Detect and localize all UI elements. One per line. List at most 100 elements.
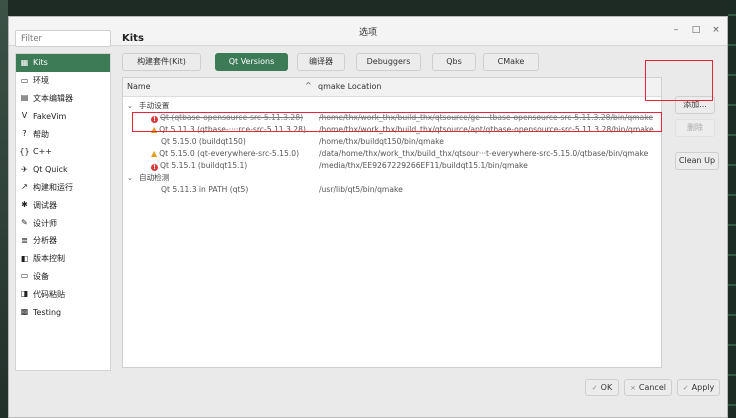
sidebar-item-label: C++ [33,147,52,157]
qtquick-icon: ✈ [21,164,28,174]
tree-group-label: 自动检测 [139,173,170,182]
text-editor-icon: ▤ [20,93,29,103]
sidebar-item-label: 文本编辑器 [33,93,73,103]
tree-group[interactable]: ⌄ 手动设置 [123,100,661,112]
apply-label: Apply [691,383,715,392]
tab-1[interactable]: Qt Versions [215,53,288,71]
qt-version-name: Qt 5.11.3 in PATH (qt5) [161,184,248,196]
qt-version-name-text: Qt 5.15.0 (qt-everywhere-src-5.15.0) [159,149,300,158]
warning-icon: ▲ [151,149,158,158]
tree-group[interactable]: ⌄ 自动检测 [123,172,661,184]
check-icon: ✓ [591,384,598,392]
sidebar-item-debugger[interactable]: ✱ 调试器 [16,196,110,214]
sidebar-item-designer[interactable]: ✎ 设计师 [16,214,110,232]
sidebar-item-text-editor[interactable]: ▤ 文本编辑器 [16,90,110,108]
sort-indicator-icon: ^ [305,81,312,90]
qmake-location: /home/thx/buildqt150/bin/qmake [319,137,444,146]
apply-button[interactable]: ✓ Apply [677,379,720,396]
sidebar-item-devices[interactable]: ▭ 设备 [16,268,110,286]
chevron-down-icon[interactable]: ⌄ [127,100,133,112]
qt-version-name-text: Qt 5.11.3 in PATH (qt5) [161,185,249,194]
cpp-icon: {} [19,146,30,156]
desktop-background-left [0,0,8,418]
highlight-box-row [132,112,662,132]
sidebar-item-fakevim[interactable]: V FakeVim [16,107,110,125]
category-sidebar: ▦ Kits ▭ 环境 ▤ 文本编辑器 V FakeVim? 帮助{} C++ ✈ Qt Quick ↗… [15,53,111,371]
sidebar-item-kits[interactable]: ▦ Kits [16,54,110,72]
sidebar-item-label: 设备 [33,271,49,281]
sidebar-item-label: 设计师 [33,218,57,228]
table-row[interactable]: Qt 5.15.0 (buildqt150) /home/thx/buildqt1… [123,136,661,148]
cancel-x-icon: × [630,384,636,392]
window-title: 选项 [358,28,377,38]
check-icon: ✓ [682,384,689,392]
sidebar-item-monitor[interactable]: ▭ 环境 [16,72,110,90]
fakevim-icon: V [21,111,28,121]
sidebar-item-label: 代码粘贴 [33,289,65,299]
qt-version-name: ▲ Qt 5.15.0 (qt-everywhere-src-5.15.0) [151,148,299,160]
tab-5[interactable]: CMake [483,53,539,71]
monitor-icon: ▭ [20,75,29,85]
build-run-icon: ↗ [21,182,28,192]
sidebar-item-label: Qt Quick [33,165,68,175]
cancel-label: Cancel [638,383,666,392]
remove-button[interactable]: 删除 [675,119,715,137]
clean-up-button[interactable]: Clean Up [675,152,719,170]
qmake-location: /data/home/thx/work_thx/build_thx/qtsour… [319,149,649,158]
sidebar-item-label: 构建和运行 [33,182,73,192]
close-button[interactable]: × [710,24,722,36]
column-header-qmake-location[interactable]: qmake Location [318,82,381,91]
title-bar: 选项 – □ × [9,17,727,46]
analyzer-icon: ≣ [21,235,28,245]
table-header: Name ^ qmake Location [123,78,661,97]
devices-icon: ▭ [20,271,29,281]
sidebar-item-label: 分析器 [33,236,57,246]
table-row[interactable]: ! Qt 5.15.1 (buildqt15.1) /media/thx/EE926… [123,160,661,172]
maximize-button[interactable]: □ [690,24,702,36]
sidebar-item-version-control[interactable]: ◧ 版本控制 [16,250,110,268]
version-control-icon: ◧ [20,253,29,263]
kits-icon: ▦ [20,57,29,67]
sidebar-item-label: 环境 [33,76,49,86]
highlight-box-add [645,60,713,101]
qmake-location: /usr/lib/qt5/bin/qmake [319,185,403,194]
code-paste-icon: ◨ [20,289,29,299]
sidebar-item-label: Kits [33,58,48,68]
column-header-name[interactable]: Name [127,82,151,91]
tab-4[interactable]: Qbs [432,53,476,71]
tab-3[interactable]: Debuggers [356,53,421,71]
filter-input[interactable] [15,30,111,47]
sidebar-item-cpp[interactable]: {} C++ [16,143,110,161]
qt-version-name: Qt 5.15.0 (buildqt150) [161,136,246,148]
sidebar-item-label: 帮助 [33,129,49,139]
debugger-icon: ✱ [21,200,28,210]
qt-version-name-text: Qt 5.15.0 (buildqt150) [161,137,246,146]
cancel-button[interactable]: × Cancel [624,379,672,396]
sidebar-item-label: 调试器 [33,200,57,210]
minimize-button[interactable]: – [670,24,682,36]
desktop-background-right [728,0,736,418]
tab-2[interactable]: 编译器 [297,53,345,71]
sidebar-item-testing[interactable]: ▩ Testing [16,303,110,321]
sidebar-item-qtquick[interactable]: ✈ Qt Quick [16,161,110,179]
sidebar-item-analyzer[interactable]: ≣ 分析器 [16,232,110,250]
sidebar-item-code-paste[interactable]: ◨ 代码粘贴 [16,285,110,303]
qt-version-name-text: Qt 5.15.1 (buildqt15.1) [160,161,248,170]
sidebar-item-build-run[interactable]: ↗ 构建和运行 [16,179,110,197]
qt-version-name: ! Qt 5.15.1 (buildqt15.1) [151,160,247,172]
error-icon: ! [151,164,158,171]
sidebar-item-label: FakeVim [33,111,67,121]
table-row[interactable]: Qt 5.11.3 in PATH (qt5) /usr/lib/qt5/bin/… [123,184,661,196]
qmake-location: /media/thx/EE9267229266EF11/buildqt15.1/… [319,161,528,170]
tab-0[interactable]: 构建套件(Kit) [122,53,201,71]
sidebar-item-label: 版本控制 [33,254,65,264]
table-row[interactable]: ▲ Qt 5.15.0 (qt-everywhere-src-5.15.0) /da… [123,148,661,160]
ok-button[interactable]: ✓ OK [585,379,619,396]
sidebar-item-label: Testing [33,307,62,317]
help-icon: ? [22,129,27,139]
designer-icon: ✎ [21,218,28,228]
chevron-down-icon[interactable]: ⌄ [127,172,133,184]
testing-icon: ▩ [20,307,29,317]
ok-label: OK [600,383,613,392]
sidebar-item-help[interactable]: ? 帮助 [16,125,110,143]
